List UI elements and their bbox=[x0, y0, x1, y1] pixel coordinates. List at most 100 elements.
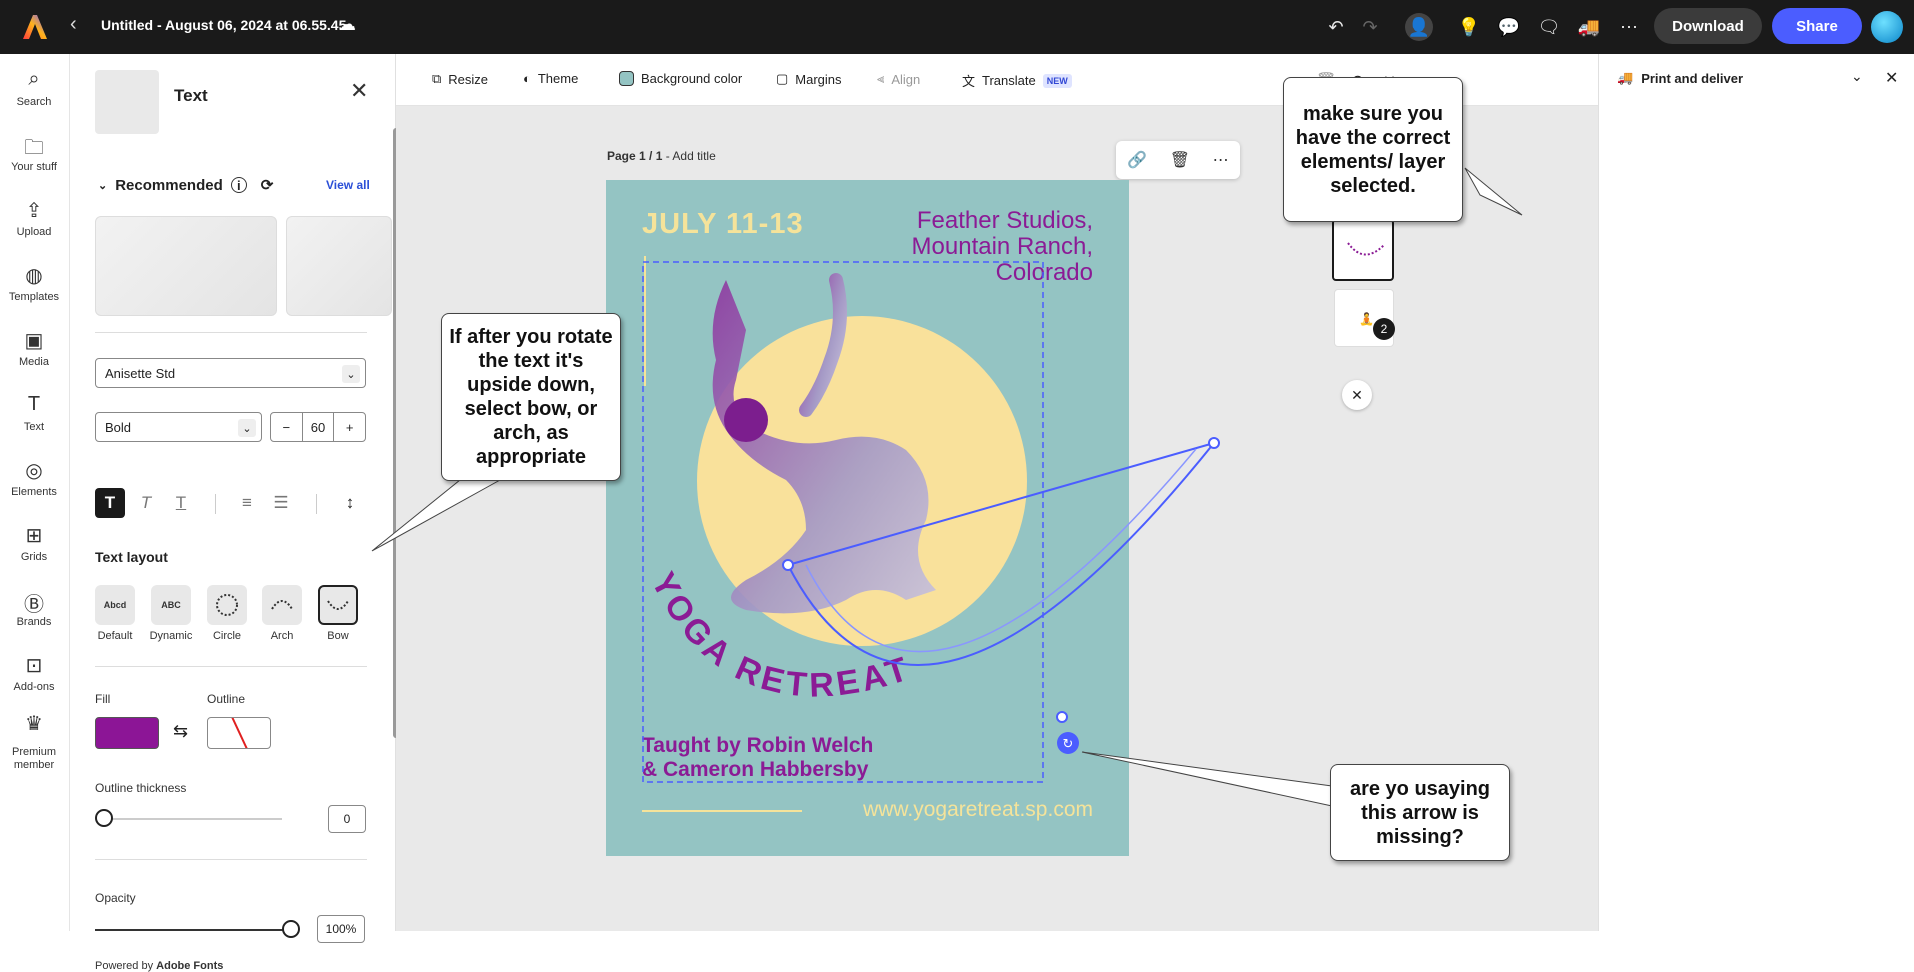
line-spacing-icon[interactable]: ↕ bbox=[335, 488, 365, 518]
outline-thickness-knob[interactable] bbox=[95, 809, 113, 827]
rail-item-grids[interactable]: ⊞ Grids bbox=[0, 523, 68, 563]
close-icon[interactable]: ✕ bbox=[1885, 68, 1898, 88]
document-title[interactable]: Untitled - August 06, 2024 at 06.55.45 bbox=[101, 17, 346, 33]
close-icon[interactable]: ✕ bbox=[350, 78, 368, 104]
info-icon[interactable]: i bbox=[230, 177, 247, 193]
refresh-icon[interactable]: ⟳ bbox=[261, 176, 274, 194]
view-all-link[interactable]: View all bbox=[326, 178, 370, 192]
swap-icon[interactable]: ⇆ bbox=[173, 721, 188, 742]
rail-item-elements[interactable]: ◎ Elements bbox=[0, 458, 68, 498]
chevron-down-icon[interactable]: ⌄ bbox=[1851, 68, 1863, 85]
layout-dynamic-option[interactable]: ABC bbox=[151, 585, 191, 625]
align-center-icon[interactable]: ≡ bbox=[232, 488, 262, 518]
rail-item-upload[interactable]: ⇪ Upload bbox=[0, 198, 68, 238]
elements-icon: ◎ bbox=[25, 460, 43, 482]
layout-label: Arch bbox=[270, 630, 294, 642]
layout-circle-option[interactable] bbox=[207, 585, 247, 625]
underline-text-button[interactable]: T bbox=[166, 488, 196, 518]
print-deliver-icon[interactable]: 🚚 bbox=[1575, 13, 1603, 41]
fill-color-swatch[interactable] bbox=[95, 717, 159, 749]
recommended-label: Recommended bbox=[115, 176, 223, 194]
back-icon[interactable]: ‹ bbox=[70, 13, 77, 36]
rail-item-premium[interactable]: ♛ Premium member bbox=[0, 713, 68, 772]
callout-note: are yo usaying this arrow is missing? bbox=[1330, 764, 1510, 861]
share-button[interactable]: Share bbox=[1772, 8, 1862, 44]
grids-icon: ⊞ bbox=[25, 525, 43, 547]
font-weight-select[interactable]: Bold ⌄ bbox=[95, 412, 262, 442]
chevron-down-icon: ⌄ bbox=[342, 365, 360, 383]
text-properties-panel: Text ✕ ⌄ Recommended i ⟳ View all Aniset… bbox=[70, 54, 399, 972]
layout-bow-option[interactable] bbox=[318, 585, 358, 625]
templates-icon: ◍ bbox=[25, 265, 43, 287]
italic-text-button[interactable]: T bbox=[131, 488, 161, 518]
page-thumbnail[interactable] bbox=[1332, 219, 1394, 281]
recommended-header[interactable]: ⌄ Recommended i ⟳ bbox=[98, 176, 274, 195]
adobe-express-logo[interactable] bbox=[20, 12, 50, 42]
minus-icon[interactable]: − bbox=[271, 413, 302, 441]
print-deliver-panel: 🚚 Print and deliver ⌄ ✕ bbox=[1598, 54, 1914, 931]
page-thumbnail[interactable]: 🧘 2 bbox=[1334, 289, 1395, 347]
more-icon[interactable]: ⋯ bbox=[1615, 13, 1643, 41]
undo-icon[interactable]: ↶ bbox=[1322, 13, 1350, 41]
rotate-icon: ↻ bbox=[1063, 737, 1074, 752]
font-family-select[interactable]: Anisette Std ⌄ bbox=[95, 358, 366, 388]
plus-icon[interactable]: + bbox=[334, 413, 365, 441]
curve-handle[interactable] bbox=[782, 559, 794, 571]
addons-icon: ⊡ bbox=[25, 655, 43, 677]
divider bbox=[95, 859, 367, 860]
avatar[interactable] bbox=[1871, 11, 1903, 43]
search-icon: ⌕ bbox=[28, 68, 40, 90]
thumbnail-image-icon: 🧘 bbox=[1359, 312, 1374, 326]
opacity-input[interactable]: 100% bbox=[317, 915, 365, 943]
truck-icon: 🚚 bbox=[1617, 70, 1634, 85]
cloud-sync-icon[interactable]: ☁ bbox=[338, 14, 356, 35]
bow-curve bbox=[787, 442, 1215, 666]
lightbulb-icon[interactable]: 💡 bbox=[1455, 13, 1483, 41]
crown-icon: ♛ bbox=[25, 713, 43, 735]
recommended-card[interactable] bbox=[95, 216, 277, 316]
bold-text-button[interactable]: T bbox=[95, 488, 125, 518]
panel-title: Text bbox=[174, 86, 208, 105]
curve-handle[interactable] bbox=[1208, 437, 1220, 449]
divider bbox=[215, 494, 216, 514]
upload-icon: ⇪ bbox=[25, 200, 43, 222]
outline-thickness-input[interactable]: 0 bbox=[328, 805, 366, 833]
rail-item-media[interactable]: ▣ Media bbox=[0, 328, 68, 368]
print-deliver-header: 🚚 Print and deliver bbox=[1617, 70, 1744, 86]
layout-default-option[interactable]: Abcd bbox=[95, 585, 135, 625]
rail-item-brands[interactable]: Ⓑ Brands bbox=[0, 588, 68, 628]
powered-by-text: Powered by Adobe Fonts bbox=[95, 960, 224, 972]
text-layout-label: Text layout bbox=[95, 549, 168, 565]
bow-layout-icon bbox=[327, 600, 349, 610]
chevron-down-icon: ⌄ bbox=[238, 419, 256, 437]
curve-handle[interactable] bbox=[1056, 711, 1068, 723]
invite-user-icon[interactable]: 👤 bbox=[1405, 13, 1433, 41]
font-size-stepper[interactable]: − 60 + bbox=[270, 412, 366, 442]
opacity-knob[interactable] bbox=[282, 920, 300, 938]
layout-label: Circle bbox=[212, 630, 242, 642]
divider bbox=[316, 494, 317, 514]
outline-thickness-label: Outline thickness bbox=[95, 781, 187, 795]
rail-item-addons[interactable]: ⊡ Add-ons bbox=[0, 653, 68, 693]
rail-item-text[interactable]: T Text bbox=[0, 393, 68, 433]
redo-icon[interactable]: ↷ bbox=[1356, 13, 1384, 41]
arch-layout-icon bbox=[271, 600, 293, 610]
font-size-value[interactable]: 60 bbox=[301, 413, 335, 441]
outline-label: Outline bbox=[207, 692, 246, 706]
download-button[interactable]: Download bbox=[1654, 8, 1762, 44]
outline-color-swatch[interactable] bbox=[207, 717, 271, 749]
recommended-card[interactable] bbox=[286, 216, 392, 316]
rail-item-search[interactable]: ⌕ Search bbox=[0, 68, 68, 108]
comment-icon[interactable]: 💬 bbox=[1495, 13, 1523, 41]
fill-label: Fill bbox=[95, 692, 111, 706]
media-icon: ▣ bbox=[24, 330, 44, 352]
rail-item-templates[interactable]: ◍ Templates bbox=[0, 263, 68, 303]
outline-thickness-track[interactable] bbox=[104, 818, 282, 820]
rail-item-your-stuff[interactable]: 🗀 Your stuff bbox=[0, 133, 68, 173]
review-icon[interactable]: 🗨 bbox=[1535, 13, 1563, 41]
layout-arch-option[interactable] bbox=[262, 585, 302, 625]
layout-label: Default bbox=[97, 630, 133, 642]
opacity-label: Opacity bbox=[95, 891, 136, 905]
list-icon[interactable]: ☰ bbox=[266, 488, 296, 518]
close-icon[interactable]: ✕ bbox=[1342, 380, 1372, 410]
